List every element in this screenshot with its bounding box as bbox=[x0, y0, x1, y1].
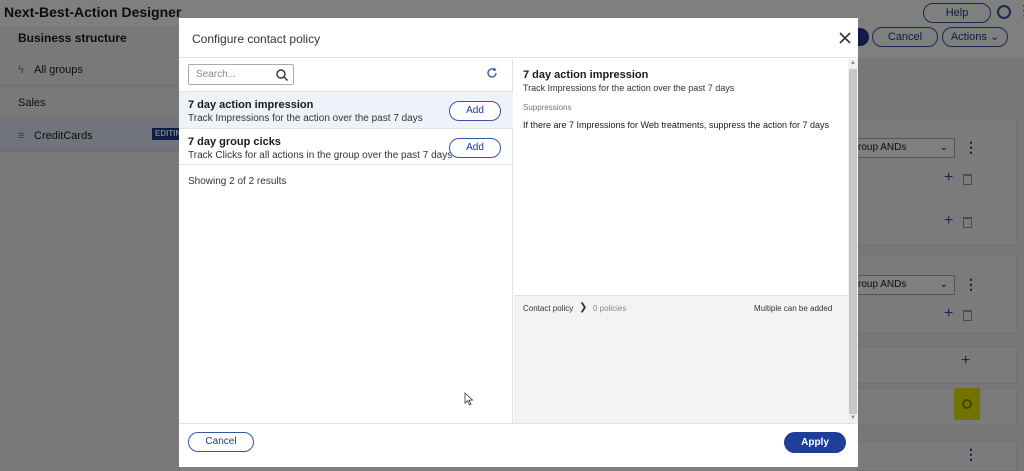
suppressions-label: Suppressions bbox=[523, 103, 572, 112]
configure-contact-policy-dialog: Configure contact policy Search... 7 day… bbox=[179, 18, 858, 467]
cancel-button[interactable]: Cancel bbox=[188, 432, 254, 452]
scroll-down-icon[interactable]: ▼ bbox=[850, 415, 856, 421]
list-item[interactable]: 7 day group cicks Track Clicks for all a… bbox=[179, 128, 513, 165]
suppressions-text: If there are 7 Impressions for Web treat… bbox=[523, 120, 829, 130]
policy-detail-pane: 7 day action impression Track Impression… bbox=[514, 59, 848, 423]
list-item-title: 7 day action impression bbox=[188, 99, 314, 111]
apply-button[interactable]: Apply bbox=[784, 432, 846, 453]
detail-title: 7 day action impression bbox=[523, 69, 649, 81]
scroll-up-icon[interactable]: ▲ bbox=[850, 60, 856, 66]
search-placeholder: Search... bbox=[196, 69, 237, 80]
contact-policy-footer: Contact policy ❯ 0 policies Multiple can… bbox=[514, 295, 848, 423]
multiple-note: Multiple can be added bbox=[754, 304, 833, 313]
add-button[interactable]: Add bbox=[449, 138, 501, 158]
list-item[interactable]: 7 day action impression Track Impression… bbox=[179, 91, 513, 128]
policy-list-pane: Search... 7 day action impression Track … bbox=[179, 59, 513, 423]
chevron-right-icon[interactable]: ❯ bbox=[579, 302, 587, 313]
add-button[interactable]: Add bbox=[449, 101, 501, 121]
list-item-description: Track Impressions for the action over th… bbox=[188, 113, 423, 124]
dialog-header: Configure contact policy bbox=[179, 18, 858, 58]
contact-policy-label[interactable]: Contact policy bbox=[523, 304, 573, 313]
close-icon[interactable] bbox=[837, 30, 853, 46]
refresh-icon[interactable] bbox=[486, 67, 498, 79]
dialog-footer: Cancel Apply bbox=[179, 423, 858, 467]
scrollbar[interactable]: ▲ ▼ bbox=[848, 59, 858, 423]
dialog-title: Configure contact policy bbox=[192, 32, 321, 46]
list-item-description: Track Clicks for all actions in the grou… bbox=[188, 150, 453, 161]
mouse-cursor-icon bbox=[464, 392, 474, 406]
scrollbar-thumb[interactable] bbox=[849, 69, 857, 414]
search-icon[interactable] bbox=[275, 68, 289, 82]
policies-count: 0 policies bbox=[593, 304, 627, 313]
results-count: Showing 2 of 2 results bbox=[188, 176, 287, 187]
list-item-title: 7 day group cicks bbox=[188, 136, 281, 148]
search-input[interactable]: Search... bbox=[188, 64, 294, 85]
detail-description: Track Impressions for the action over th… bbox=[523, 83, 735, 93]
